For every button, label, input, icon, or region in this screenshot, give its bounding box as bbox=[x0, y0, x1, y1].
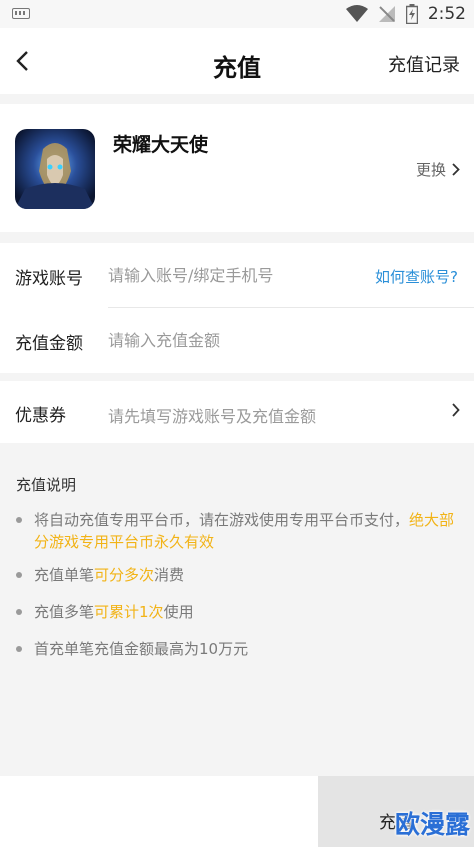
signal-off-icon bbox=[378, 6, 395, 22]
note-text: 使用 bbox=[163, 603, 194, 621]
note-highlight: 可累计1次 bbox=[94, 603, 164, 621]
note-item: 充值多笔可累计1次使用 bbox=[16, 601, 456, 623]
notes-title: 充值说明 bbox=[16, 476, 77, 494]
bullet-dot bbox=[16, 609, 22, 615]
chevron-right-icon bbox=[452, 163, 460, 176]
note-highlight: 可分多次 bbox=[94, 566, 155, 584]
game-icon bbox=[15, 129, 95, 209]
switch-game-button[interactable]: 更换 bbox=[416, 159, 460, 180]
note-item: 将自动充值专用平台币，请在游戏使用专用平台币支付，绝大部分游戏专用平台币永久有效 bbox=[16, 509, 456, 553]
keyboard-icon bbox=[12, 8, 30, 19]
battery-icon bbox=[405, 4, 418, 24]
coupon-label: 优惠券 bbox=[15, 406, 66, 426]
account-label: 游戏账号 bbox=[15, 269, 83, 289]
amount-row: 充值金额 bbox=[0, 308, 474, 373]
amount-label: 充值金额 bbox=[15, 334, 83, 354]
chevron-right-icon bbox=[452, 403, 460, 417]
switch-label: 更换 bbox=[415, 161, 446, 179]
how-to-find-account-link[interactable]: 如何查账号? bbox=[375, 266, 458, 287]
game-name: 荣耀大天使 bbox=[113, 134, 209, 156]
recharge-history-link[interactable]: 充值记录 bbox=[388, 51, 460, 77]
nav-bar: 充值 充值记录 bbox=[0, 28, 474, 94]
note-item: 充值单笔可分多次消费 bbox=[16, 564, 456, 586]
coupon-row[interactable]: 优惠券 请先填写游戏账号及充值金额 bbox=[0, 381, 474, 443]
wifi-icon bbox=[345, 5, 368, 22]
bottom-bar: 充值 欧漫露 bbox=[0, 776, 474, 847]
note-text: 首充单笔充值金额最高为10万元 bbox=[34, 640, 249, 658]
note-text: 将自动充值专用平台币，请在游戏使用专用平台币支付， bbox=[34, 511, 410, 529]
status-time: 2:52 bbox=[427, 4, 466, 24]
note-text: 充值多笔 bbox=[34, 603, 95, 621]
note-text: 消费 bbox=[154, 566, 185, 584]
recharge-form: 游戏账号 如何查账号? 充值金额 bbox=[0, 243, 474, 373]
bullet-dot bbox=[16, 572, 22, 578]
account-row: 游戏账号 如何查账号? bbox=[0, 243, 474, 308]
amount-input[interactable] bbox=[108, 326, 448, 354]
account-input[interactable] bbox=[108, 261, 358, 289]
note-text: 充值单笔 bbox=[34, 566, 95, 584]
status-bar: 2:52 bbox=[0, 0, 474, 28]
game-card: 荣耀大天使 更换 bbox=[0, 104, 474, 232]
bullet-dot bbox=[16, 517, 22, 523]
watermark: 欧漫露 bbox=[394, 810, 470, 839]
recharge-notes: 充值说明 将自动充值专用平台币，请在游戏使用专用平台币支付，绝大部分游戏专用平台… bbox=[0, 443, 474, 776]
note-item: 首充单笔充值金额最高为10万元 bbox=[16, 638, 456, 660]
bullet-dot bbox=[16, 646, 22, 652]
coupon-hint: 请先填写游戏账号及充值金额 bbox=[108, 407, 317, 426]
